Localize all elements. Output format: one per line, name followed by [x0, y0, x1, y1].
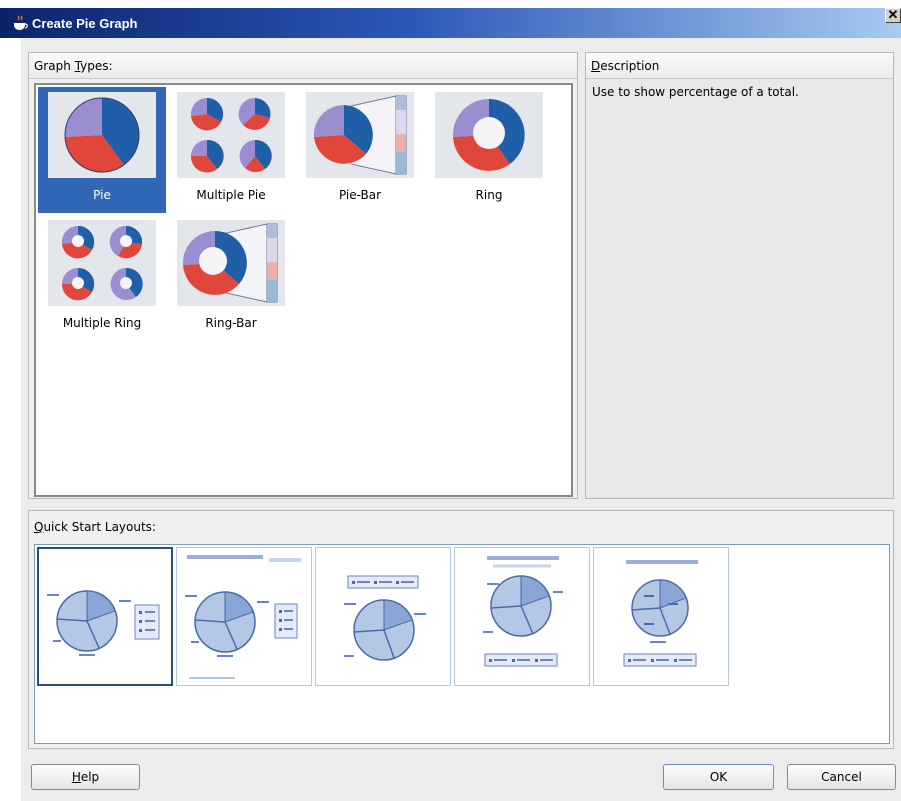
java-cup-icon: [14, 15, 28, 30]
graph-type-ring-bar[interactable]: Ring-Bar: [167, 215, 295, 341]
graph-type-pie[interactable]: Pie: [38, 87, 166, 213]
graph-type-ring[interactable]: Ring: [425, 87, 553, 213]
graph-types-panel: Graph Types: Pie Multiple Pie Pie-Bar Ri…: [28, 52, 578, 499]
pie-graph-icon: [48, 92, 156, 178]
layout-pie-legend-right-icon: [47, 590, 160, 656]
description-panel: Description Use to show percentage of a …: [585, 52, 894, 499]
description-text: Use to show percentage of a total.: [592, 85, 799, 99]
ok-button[interactable]: OK: [663, 764, 774, 790]
quick-start-layout-2[interactable]: [176, 547, 312, 686]
help-button[interactable]: Help: [31, 764, 140, 790]
multiple-pie-graph-icon: [177, 92, 285, 178]
quick-start-header: Quick Start Layouts:: [29, 511, 893, 541]
graph-type-pie-bar[interactable]: Pie-Bar: [296, 87, 424, 213]
graph-type-multiple-ring[interactable]: Multiple Ring: [38, 215, 166, 341]
multiple-ring-graph-icon: [48, 220, 156, 306]
quick-start-list[interactable]: [34, 544, 890, 744]
layout-title-pie-legend-right-icon: [185, 555, 301, 679]
dialog-body: Graph Types: Pie Multiple Pie Pie-Bar Ri…: [21, 38, 901, 801]
graph-type-label: Multiple Pie: [196, 188, 266, 202]
ring-bar-graph-icon: [177, 220, 285, 306]
title-bar: Create Pie Graph: [0, 8, 901, 38]
quick-start-panel: Quick Start Layouts:: [28, 510, 894, 749]
description-header: Description: [586, 53, 893, 79]
layout-title-pie-legend-bottom-icon: [483, 556, 563, 667]
close-button[interactable]: ✕: [885, 8, 901, 23]
window-title: Create Pie Graph: [32, 15, 138, 31]
quick-start-layout-1[interactable]: [37, 547, 173, 686]
graph-type-label: Pie: [93, 188, 111, 202]
graph-type-label: Ring-Bar: [205, 316, 257, 330]
graph-types-header: Graph Types:: [29, 53, 577, 79]
layout-legend-top-pie-icon: [344, 575, 426, 661]
quick-start-layout-4[interactable]: [454, 547, 590, 686]
cancel-button[interactable]: Cancel: [787, 764, 896, 790]
quick-start-layout-3[interactable]: [315, 547, 451, 686]
quick-start-layout-5[interactable]: [593, 547, 729, 686]
graph-type-label: Pie-Bar: [338, 188, 382, 202]
graph-type-label: Multiple Ring: [62, 316, 142, 330]
layout-title-pie-labels-legend-bottom-icon: [623, 560, 698, 667]
ring-graph-icon: [435, 92, 543, 178]
graph-type-label: Ring: [475, 188, 503, 202]
close-icon: ✕: [887, 7, 899, 22]
graph-types-list[interactable]: Pie Multiple Pie Pie-Bar Ring Multiple R…: [34, 83, 573, 497]
pie-bar-graph-icon: [306, 92, 414, 178]
graph-type-multiple-pie[interactable]: Multiple Pie: [167, 87, 295, 213]
